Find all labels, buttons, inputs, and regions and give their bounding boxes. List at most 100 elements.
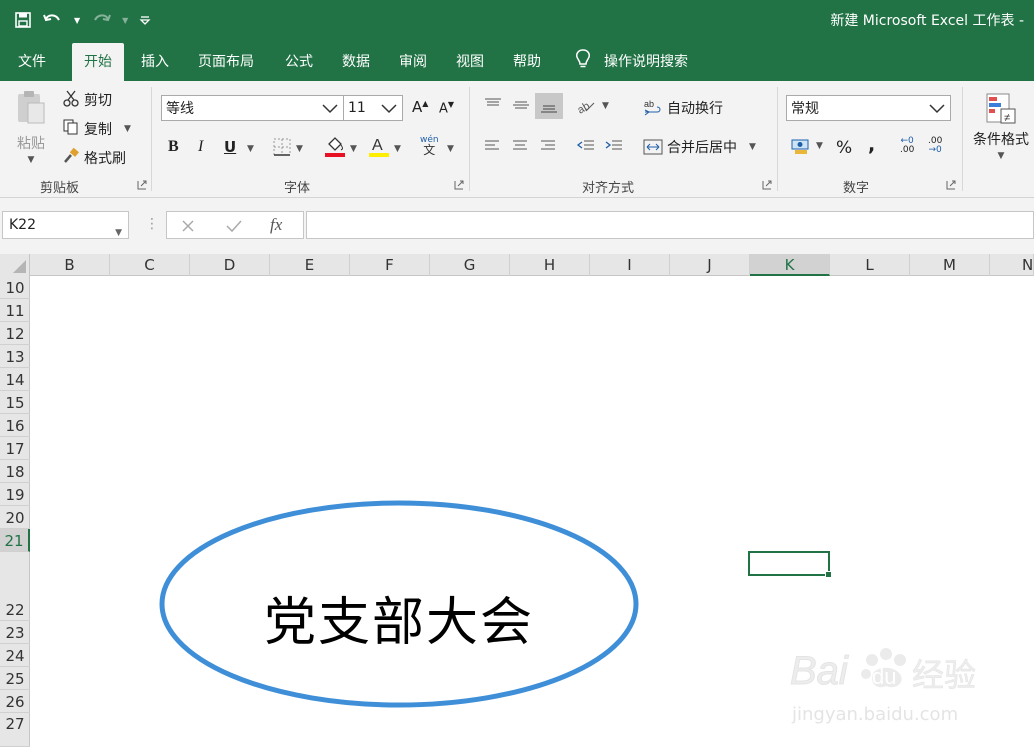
column-header[interactable]: N: [990, 254, 1034, 276]
underline-dropdown-icon[interactable]: ▼: [247, 144, 254, 154]
row-header[interactable]: 11: [0, 299, 30, 322]
align-left-button[interactable]: [483, 139, 501, 153]
phonetic-dropdown-icon[interactable]: ▼: [447, 144, 454, 154]
insert-function-icon[interactable]: fx: [270, 215, 282, 235]
tab-help[interactable]: 帮助: [513, 51, 541, 71]
italic-button[interactable]: I: [198, 138, 203, 156]
increase-indent-button[interactable]: [604, 138, 624, 154]
column-header[interactable]: H: [510, 254, 590, 276]
bold-button[interactable]: B: [168, 138, 179, 156]
borders-button[interactable]: ▼: [272, 137, 303, 161]
accounting-format-button[interactable]: ▼: [790, 137, 823, 155]
underline-button[interactable]: U: [224, 138, 236, 156]
column-header[interactable]: M: [910, 254, 990, 276]
column-header-selected[interactable]: K: [750, 254, 830, 276]
row-header[interactable]: 17: [0, 437, 30, 460]
increase-font-size-icon: A▲: [412, 98, 429, 116]
name-box-dropdown-icon[interactable]: ▼: [115, 220, 122, 246]
drag-handle-icon[interactable]: ⋮: [145, 216, 159, 232]
fill-color-button[interactable]: ▼: [324, 135, 357, 163]
cancel-icon[interactable]: [180, 218, 196, 234]
orientation-button[interactable]: ab ▼: [576, 97, 609, 115]
middle-align-button[interactable]: [511, 97, 531, 113]
row-header[interactable]: 25: [0, 667, 30, 690]
row-header[interactable]: 18: [0, 460, 30, 483]
ellipse-shape-text[interactable]: 党支部大会: [158, 580, 640, 655]
tab-formulas[interactable]: 公式: [285, 51, 313, 71]
name-box[interactable]: K22 ▼: [2, 211, 129, 239]
row-header[interactable]: 15: [0, 391, 30, 414]
bottom-align-button[interactable]: [535, 93, 563, 119]
select-all-corner[interactable]: [0, 254, 30, 276]
row-header[interactable]: 27: [0, 713, 30, 747]
conditional-formatting-label: 条件格式: [973, 132, 1029, 148]
alignment-launcher-icon[interactable]: [762, 180, 772, 190]
column-header[interactable]: D: [190, 254, 270, 276]
clipboard-launcher-icon[interactable]: [137, 180, 147, 190]
row-header[interactable]: 12: [0, 322, 30, 345]
currency-icon: [791, 139, 809, 154]
conditional-formatting-button[interactable]: ≠ 条件格式 ▼: [973, 91, 1029, 161]
column-header[interactable]: G: [430, 254, 510, 276]
percent-style-button[interactable]: %: [836, 138, 852, 158]
row-header[interactable]: 22: [0, 552, 30, 621]
tell-me-search[interactable]: 操作说明搜索: [574, 48, 688, 74]
tab-view[interactable]: 视图: [456, 51, 484, 71]
decrease-font-size-button[interactable]: A▼: [439, 100, 454, 116]
row-header-selected[interactable]: 21: [0, 529, 30, 552]
column-header[interactable]: I: [590, 254, 670, 276]
paste-button[interactable]: 粘贴 ▼: [14, 89, 48, 165]
tab-data[interactable]: 数据: [342, 51, 370, 71]
top-align-button[interactable]: [483, 97, 503, 113]
number-launcher-icon[interactable]: [946, 180, 956, 190]
redo-dropdown-icon[interactable]: ▼: [122, 8, 128, 32]
font-size-select[interactable]: 11: [343, 95, 403, 121]
enter-check-icon[interactable]: [225, 218, 243, 234]
decrease-decimal-button[interactable]: .00 →0: [928, 137, 942, 155]
column-header[interactable]: B: [30, 254, 110, 276]
row-header[interactable]: 10: [0, 276, 30, 299]
merge-center-button[interactable]: 合并后居中 ▼: [643, 137, 756, 157]
row-header[interactable]: 16: [0, 414, 30, 437]
formula-input[interactable]: [306, 211, 1034, 239]
customize-toolbar-icon[interactable]: [138, 8, 152, 32]
row-header[interactable]: 20: [0, 506, 30, 529]
undo-dropdown-icon[interactable]: ▼: [74, 8, 80, 32]
save-icon[interactable]: [14, 8, 32, 32]
row-header[interactable]: 13: [0, 345, 30, 368]
font-launcher-icon[interactable]: [454, 180, 464, 190]
tab-home[interactable]: 开始: [72, 43, 124, 81]
number-format-select[interactable]: 常规: [786, 95, 951, 121]
comma-style-button[interactable]: ,: [868, 134, 875, 156]
row-header[interactable]: 14: [0, 368, 30, 391]
row-header[interactable]: 23: [0, 621, 30, 644]
cut-button[interactable]: 剪切: [62, 89, 112, 111]
increase-font-size-button[interactable]: A▲: [412, 98, 428, 116]
copy-button[interactable]: 复制 ▼: [62, 118, 131, 140]
align-center-button[interactable]: [511, 139, 529, 153]
column-header[interactable]: E: [270, 254, 350, 276]
wrap-text-button[interactable]: ab 自动换行: [643, 98, 723, 118]
column-header[interactable]: L: [830, 254, 910, 276]
phonetic-button[interactable]: wén 文: [420, 135, 439, 156]
undo-icon[interactable]: [42, 8, 64, 32]
column-header[interactable]: C: [110, 254, 190, 276]
tab-insert[interactable]: 插入: [141, 51, 169, 71]
tab-page-layout[interactable]: 页面布局: [198, 51, 254, 71]
font-name-select[interactable]: 等线: [161, 95, 344, 121]
increase-decimal-button[interactable]: ←0 .00: [900, 137, 914, 155]
tab-review[interactable]: 审阅: [399, 51, 427, 71]
selected-cell-k22[interactable]: [748, 551, 832, 578]
font-color-button[interactable]: A ▼: [368, 135, 401, 163]
row-header[interactable]: 19: [0, 483, 30, 506]
tab-file[interactable]: 文件: [18, 51, 46, 71]
column-header[interactable]: F: [350, 254, 430, 276]
redo-icon[interactable]: [90, 8, 112, 32]
format-painter-button[interactable]: 格式刷: [62, 147, 126, 169]
row-header[interactable]: 24: [0, 644, 30, 667]
align-right-button[interactable]: [539, 139, 557, 153]
row-header[interactable]: 26: [0, 690, 30, 713]
column-header[interactable]: J: [670, 254, 750, 276]
decrease-indent-button[interactable]: [576, 138, 596, 154]
watermark-brand-du: du: [872, 664, 896, 689]
